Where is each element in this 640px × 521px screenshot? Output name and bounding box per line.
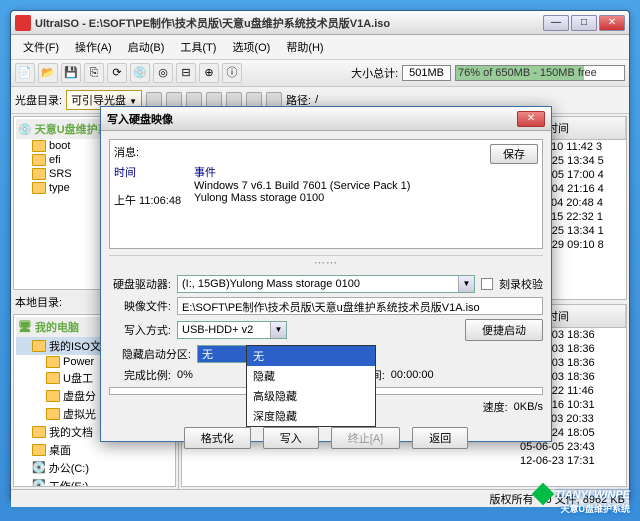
tree-item[interactable]: 💽工作(E:)	[16, 477, 173, 488]
dropdown-option[interactable]: 高级隐藏	[247, 386, 375, 406]
computer-icon: 🖥	[18, 320, 32, 333]
save-button[interactable]: 保存	[490, 144, 538, 164]
write-method-combo[interactable]: USB-HDD+ v2▼	[177, 321, 287, 339]
dropdown-option[interactable]: 深度隐藏	[247, 406, 375, 426]
folder-icon	[46, 372, 60, 384]
progress-pct: 0%	[177, 369, 193, 381]
tb-save[interactable]: 💾	[61, 63, 81, 83]
tb-compress[interactable]: ⊟	[176, 63, 196, 83]
minimize-button[interactable]: —	[543, 15, 569, 31]
size-label: 大小总计:	[351, 65, 398, 81]
format-button[interactable]: 格式化	[184, 427, 251, 449]
folder-icon	[32, 154, 46, 166]
col-event: 事件	[194, 164, 538, 180]
drive-label: 硬盘驱动器:	[109, 276, 171, 292]
toolbar: 📄 📂 💾 ⎘ ⟳ 💿 ◎ ⊟ ⊕ ⓘ 大小总计: 501MB 76% of 6…	[11, 60, 629, 87]
diamond-icon	[532, 483, 555, 506]
menu-action[interactable]: 操作(A)	[67, 37, 120, 57]
hide-dropdown-list[interactable]: 无 隐藏 高级隐藏 深度隐藏	[246, 345, 376, 427]
menu-tools[interactable]: 工具(T)	[172, 37, 224, 57]
method-label: 写入方式:	[109, 322, 171, 338]
disk-dir-label: 光盘目录:	[15, 92, 62, 108]
tree-item[interactable]: 💽办公(C:)	[16, 459, 173, 477]
col-time: 时间	[114, 164, 194, 180]
tb-open[interactable]: 📂	[38, 63, 58, 83]
menu-file[interactable]: 文件(F)	[15, 37, 67, 57]
hide-label: 隐藏启动分区:	[109, 346, 191, 362]
folder-icon	[46, 408, 60, 420]
folder-icon	[32, 168, 46, 180]
status-copyright: 版权所有	[490, 491, 534, 507]
dialog-close-button[interactable]: ✕	[517, 111, 545, 127]
size-value: 501MB	[402, 65, 451, 81]
tb-refresh[interactable]: ⟳	[107, 63, 127, 83]
log-row: 上午 11:06:48Yulong Mass storage 0100	[114, 192, 538, 208]
tb-new[interactable]: 📄	[15, 63, 35, 83]
message-box: 消息: 保存 时间 事件 Windows 7 v6.1 Build 7601 (…	[109, 139, 543, 249]
dialog-title: 写入硬盘映像	[107, 111, 517, 127]
folder-icon	[32, 140, 46, 152]
chevron-down-icon: ▼	[458, 276, 474, 292]
back-button[interactable]: 返回	[412, 427, 468, 449]
maximize-button[interactable]: □	[571, 15, 597, 31]
chevron-down-icon: ▼	[270, 322, 286, 338]
drive-icon: 💽	[32, 461, 46, 474]
folder-icon	[46, 356, 60, 368]
tb-cd[interactable]: 💿	[130, 63, 150, 83]
verify-checkbox[interactable]	[481, 278, 493, 290]
divider: ⋯⋯	[109, 255, 543, 269]
drive-combo[interactable]: (I:, 15GB)Yulong Mass storage 0100▼	[177, 275, 475, 293]
menu-boot[interactable]: 启动(B)	[120, 37, 173, 57]
drive-icon: 💽	[32, 479, 46, 487]
main-titlebar: UltraISO - E:\SOFT\PE制作\技术员版\天意u盘维护系统技术员…	[11, 11, 629, 35]
message-label: 消息:	[114, 144, 139, 160]
size-progressbar: 76% of 650MB - 150MB free	[455, 65, 625, 81]
write-button[interactable]: 写入	[263, 427, 319, 449]
size-bar-text: 76% of 650MB - 150MB free	[458, 67, 622, 79]
easyboot-button[interactable]: 便捷启动	[465, 319, 543, 341]
progress-label: 完成比例:	[109, 367, 171, 383]
app-icon	[15, 15, 31, 31]
tb-saveas[interactable]: ⎘	[84, 63, 104, 83]
write-disk-dialog: 写入硬盘映像 ✕ 消息: 保存 时间 事件 Windows 7 v6.1 Bui…	[100, 106, 552, 442]
speed-value: 0KB/s	[514, 401, 543, 413]
tb-mount[interactable]: ⊕	[199, 63, 219, 83]
close-button[interactable]: ✕	[599, 15, 625, 31]
log-row: Windows 7 v6.1 Build 7601 (Service Pack …	[114, 180, 538, 192]
tb-burn[interactable]: ◎	[153, 63, 173, 83]
folder-icon	[46, 390, 60, 402]
window-title: UltraISO - E:\SOFT\PE制作\技术员版\天意u盘维护系统技术员…	[35, 15, 543, 31]
disc-icon: 💿	[18, 123, 32, 136]
menubar: 文件(F) 操作(A) 启动(B) 工具(T) 选项(O) 帮助(H)	[11, 35, 629, 60]
tb-info[interactable]: ⓘ	[222, 63, 242, 83]
dropdown-option[interactable]: 隐藏	[247, 366, 375, 386]
watermark: TIANYI WINPE 天意U盘维护系统	[535, 485, 630, 515]
dropdown-option[interactable]: 无	[247, 346, 375, 366]
folder-icon	[32, 340, 46, 352]
computer-root[interactable]: 我的电脑	[35, 319, 79, 335]
abort-button[interactable]: 终止[A]	[331, 427, 400, 449]
folder-icon	[32, 426, 46, 438]
menu-options[interactable]: 选项(O)	[224, 37, 278, 57]
folder-icon	[32, 444, 46, 456]
image-field[interactable]: E:\SOFT\PE制作\技术员版\天意u盘维护系统技术员版V1A.iso	[177, 297, 543, 315]
menu-help[interactable]: 帮助(H)	[278, 37, 331, 57]
verify-label: 刻录校验	[499, 276, 543, 292]
speed-label: 速度:	[483, 399, 508, 415]
folder-icon	[32, 182, 46, 194]
path-value: /	[315, 94, 318, 106]
image-label: 映像文件:	[109, 298, 171, 314]
remain-time: 00:00:00	[391, 369, 434, 381]
